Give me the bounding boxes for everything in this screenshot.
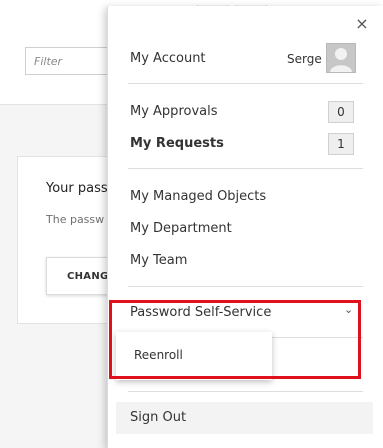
sign-out-button[interactable]: Sign Out (116, 402, 373, 434)
my-managed-objects-link[interactable]: My Managed Objects (130, 189, 266, 204)
approvals-count-badge: 0 (328, 101, 354, 123)
avatar[interactable] (326, 43, 356, 73)
account-dropdown: × My Account Serge My Approvals 0 My Req… (107, 6, 383, 448)
my-department-link[interactable]: My Department (130, 221, 232, 236)
chevron-down-icon[interactable]: ⌄ (344, 304, 356, 315)
reenroll-menu-item[interactable]: Reenroll (134, 348, 183, 362)
my-team-link[interactable]: My Team (130, 253, 187, 268)
user-silhouette-icon (327, 44, 355, 72)
sign-out-label: Sign Out (130, 410, 187, 425)
card-description: The passw (46, 213, 105, 226)
divider (128, 391, 363, 392)
my-approvals-link[interactable]: My Approvals (130, 104, 218, 119)
password-self-service-submenu: Reenroll (116, 332, 272, 380)
divider (128, 168, 363, 169)
divider (128, 286, 363, 287)
password-self-service-menu[interactable]: Password Self-Service (130, 305, 271, 320)
my-requests-link[interactable]: My Requests (130, 136, 224, 151)
close-icon[interactable]: × (354, 16, 370, 32)
divider (128, 83, 363, 84)
my-account-label[interactable]: My Account (130, 51, 206, 66)
page: Your pass The passw CHANGE × My Account … (0, 0, 383, 448)
card-title: Your pass (46, 181, 108, 196)
requests-count-badge: 1 (328, 133, 354, 155)
username: Serge (287, 52, 322, 66)
filter-input[interactable] (25, 47, 120, 75)
